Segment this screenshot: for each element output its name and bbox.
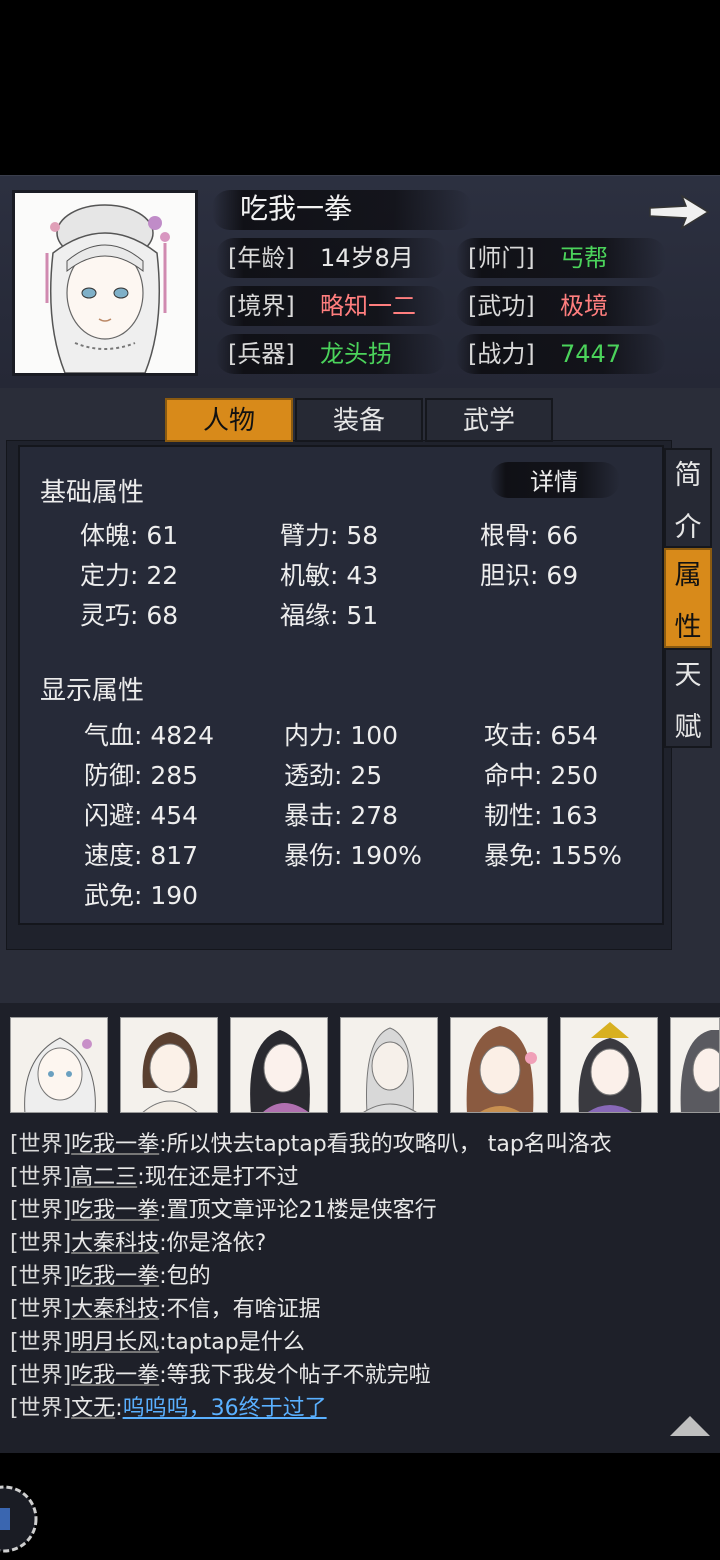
- martial-label: [武功]: [468, 292, 535, 320]
- side-tab-char: 性: [674, 612, 702, 643]
- chat-user[interactable]: 大秦科技: [71, 1231, 159, 1256]
- chat-user[interactable]: 文无: [71, 1396, 115, 1421]
- stat-item: 防御: 285: [84, 761, 199, 790]
- chat-channel: [世界]: [10, 1297, 72, 1322]
- stat-item: 韧性: 163: [484, 801, 599, 830]
- chat-message: [世界]明月长风:taptap是什么: [10, 1324, 305, 1356]
- chat-user[interactable]: 大秦科技: [71, 1297, 159, 1322]
- chat-message: [世界]吃我一拳:包的: [10, 1258, 211, 1290]
- avatar[interactable]: [120, 1017, 218, 1113]
- chat-text: :置顶文章评论21楼是侠客行: [159, 1198, 437, 1223]
- chat-message: [世界]大秦科技:不信，有啥证据: [10, 1291, 321, 1323]
- chat-channel: [世界]: [10, 1396, 72, 1421]
- basic-attributes-title: 基础属性: [40, 478, 145, 508]
- chat-message: [世界]吃我一拳:等我下我发个帖子不就完啦: [10, 1357, 431, 1389]
- side-tab-char: 介: [674, 512, 702, 543]
- chat-message: [世界]吃我一拳:所以快去taptap看我的攻略叭， tap名叫洛衣: [10, 1126, 612, 1158]
- stat-item: 内力: 100: [284, 721, 399, 750]
- realm-value: 略知一二: [320, 292, 416, 320]
- chat-channel: [世界]: [10, 1231, 72, 1256]
- avatar[interactable]: [230, 1017, 328, 1113]
- age-value: 14岁8月: [320, 244, 414, 272]
- weapon-label: [兵器]: [228, 340, 295, 368]
- chat-message: [世界]吃我一拳:置顶文章评论21楼是侠客行: [10, 1192, 437, 1224]
- chat-text: :包的: [159, 1264, 211, 1289]
- chat-channel: [世界]: [10, 1363, 72, 1388]
- stat-item: 气血: 4824: [84, 721, 214, 750]
- chat-text: :等我下我发个帖子不就完啦: [159, 1363, 431, 1388]
- stat-item: 武免: 190: [84, 881, 199, 910]
- chat-text: :所以快去taptap看我的攻略叭， tap名叫洛衣: [159, 1132, 612, 1157]
- age-label: [年龄]: [228, 244, 295, 272]
- chat-user[interactable]: 吃我一拳: [71, 1363, 159, 1388]
- round-button-icon[interactable]: [0, 1478, 40, 1560]
- stat-item: 臂力: 58: [280, 521, 379, 550]
- stat-item: 机敏: 43: [280, 561, 379, 590]
- chat-user[interactable]: 吃我一拳: [71, 1198, 159, 1223]
- chat-message: [世界]文无:呜呜呜，36终于过了: [10, 1390, 327, 1422]
- avatar[interactable]: [340, 1017, 438, 1113]
- stat-item: 胆识: 69: [480, 561, 579, 590]
- stat-item: 闪避: 454: [84, 801, 199, 830]
- collapse-triangle-icon[interactable]: [668, 1414, 712, 1438]
- sect-value: 丐帮: [560, 244, 608, 272]
- realm-label: [境界]: [228, 292, 295, 320]
- character-name: 吃我一拳: [240, 192, 353, 225]
- side-tab-char: 简: [674, 460, 702, 491]
- tab-character[interactable]: 人物: [165, 398, 293, 442]
- avatar[interactable]: [450, 1017, 548, 1113]
- avatar[interactable]: [10, 1017, 108, 1113]
- avatar[interactable]: [560, 1017, 658, 1113]
- chat-message: [世界]大秦科技:你是洛依?: [10, 1225, 266, 1257]
- chat-text: :不信，有啥证据: [159, 1297, 321, 1322]
- stat-item: 透劲: 25: [284, 761, 383, 790]
- chat-channel: [世界]: [10, 1330, 72, 1355]
- chat-text: :现在还是打不过: [137, 1165, 299, 1190]
- chat-channel: [世界]: [10, 1132, 72, 1157]
- next-arrow-icon[interactable]: [648, 194, 710, 230]
- power-label: [战力]: [468, 340, 535, 368]
- character-header: 吃我一拳 [年龄] 14岁8月 [师门] 丐帮 [境界] 略知一二 [武功] 极…: [0, 175, 720, 388]
- side-tab-attributes[interactable]: 属 性: [664, 548, 712, 648]
- weapon-value: 龙头拐: [320, 340, 392, 368]
- chat-user[interactable]: 吃我一拳: [71, 1132, 159, 1157]
- stat-item: 暴免: 155%: [484, 841, 622, 870]
- side-tab-char: 属: [674, 560, 702, 591]
- side-tab-talent[interactable]: 天 赋: [664, 648, 712, 748]
- martial-value: 极境: [560, 292, 608, 320]
- detail-button[interactable]: 详情: [530, 462, 578, 497]
- chat-channel: [世界]: [10, 1198, 72, 1223]
- chat-text: :taptap是什么: [159, 1330, 305, 1355]
- chat-text: :你是洛依?: [159, 1231, 267, 1256]
- side-tab-char: 赋: [674, 712, 702, 743]
- chat-channel: [世界]: [10, 1165, 72, 1190]
- sect-label: [师门]: [468, 244, 535, 272]
- stat-item: 命中: 250: [484, 761, 599, 790]
- power-value: 7447: [560, 340, 622, 368]
- chat-text: :: [115, 1396, 123, 1421]
- stat-item: 根骨: 66: [480, 521, 579, 550]
- chat-user[interactable]: 明月长风: [71, 1330, 159, 1355]
- chat-user[interactable]: 吃我一拳: [71, 1264, 159, 1289]
- stat-item: 暴伤: 190%: [284, 841, 422, 870]
- stat-item: 灵巧: 68: [80, 601, 179, 630]
- side-tab-intro[interactable]: 简 介: [664, 448, 712, 548]
- portrait-image: [15, 193, 195, 374]
- stat-item: 速度: 817: [84, 841, 199, 870]
- tab-martial-arts[interactable]: 武学: [425, 398, 553, 442]
- stat-item: 定力: 22: [80, 561, 179, 590]
- chat-user[interactable]: 高二三: [71, 1165, 137, 1190]
- chat-link[interactable]: 呜呜呜，36终于过了: [123, 1396, 327, 1421]
- stat-item: 暴击: 278: [284, 801, 399, 830]
- chat-channel: [世界]: [10, 1264, 72, 1289]
- display-attributes-title: 显示属性: [40, 676, 145, 706]
- avatar[interactable]: [670, 1017, 720, 1113]
- character-portrait[interactable]: [12, 190, 198, 376]
- chat-message: [世界]高二三:现在还是打不过: [10, 1159, 299, 1191]
- tab-equipment[interactable]: 装备: [295, 398, 423, 442]
- stat-item: 攻击: 654: [484, 721, 599, 750]
- stat-item: 体魄: 61: [80, 521, 179, 550]
- side-tab-char: 天: [674, 660, 702, 691]
- stat-item: 福缘: 51: [280, 601, 379, 630]
